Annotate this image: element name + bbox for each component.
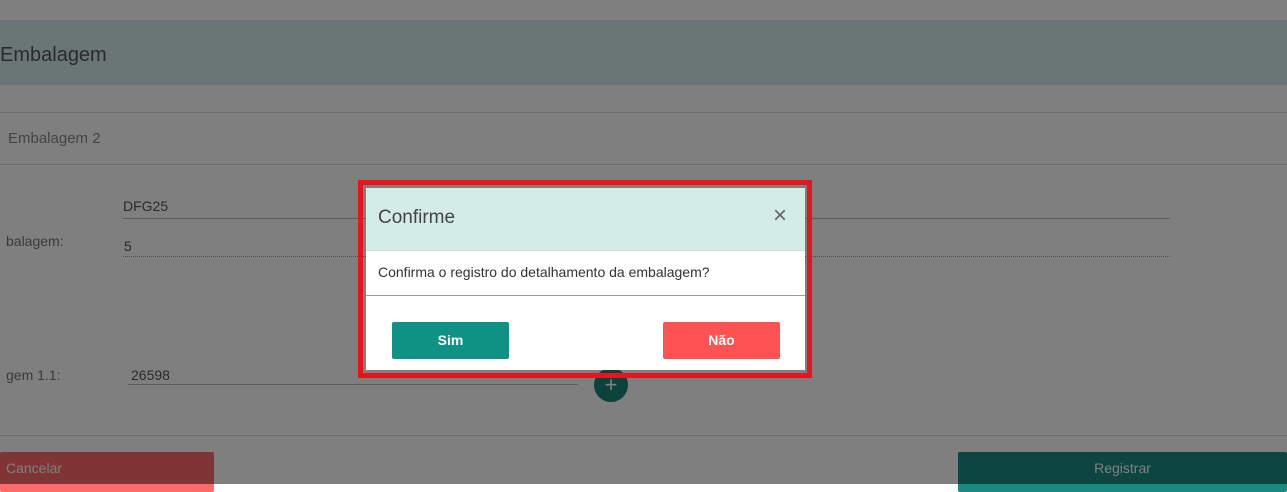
dialog-body: Confirma o registro do detalhamento da e… bbox=[366, 251, 805, 296]
dialog-footer: Sim Não bbox=[366, 296, 805, 370]
dialog-title: Confirme bbox=[378, 207, 456, 228]
dialog-header: Confirme × bbox=[366, 188, 805, 251]
yes-button[interactable]: Sim bbox=[392, 322, 509, 359]
dialog-message: Confirma o registro do detalhamento da e… bbox=[378, 264, 710, 280]
close-icon[interactable]: × bbox=[773, 204, 787, 228]
no-button[interactable]: Não bbox=[663, 322, 780, 359]
confirm-dialog: Confirme × Confirma o registro do detalh… bbox=[366, 188, 805, 370]
